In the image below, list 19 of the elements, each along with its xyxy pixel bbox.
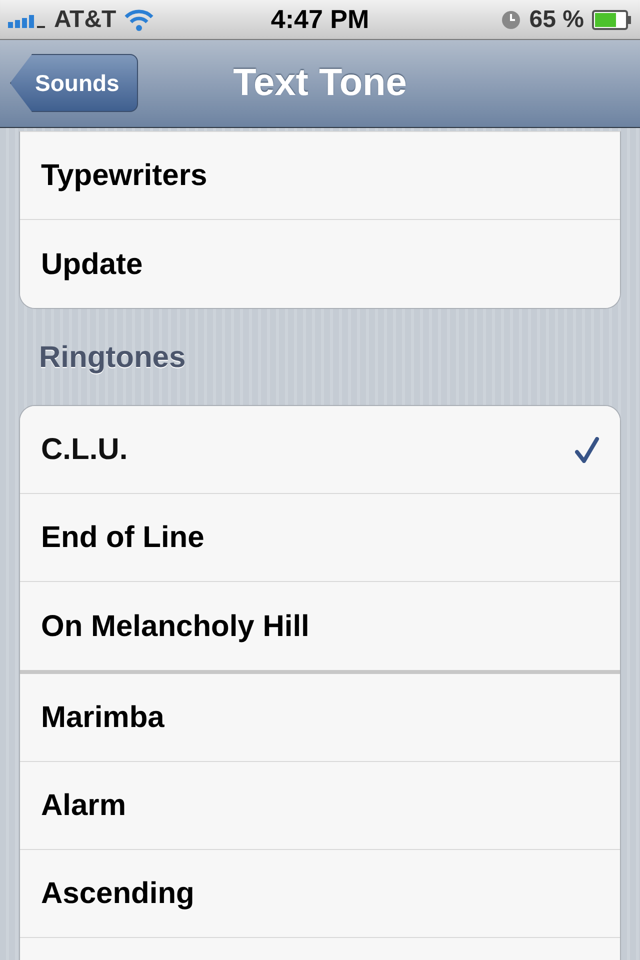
wifi-icon xyxy=(124,8,154,30)
clock-time: 4:47 PM xyxy=(270,3,370,36)
row-label: End of Line xyxy=(41,520,204,556)
row-label: C.L.U. xyxy=(41,432,128,468)
battery-icon xyxy=(592,10,632,30)
row-label: Ascending xyxy=(41,876,194,912)
back-button[interactable]: Sounds xyxy=(10,54,138,112)
clock-icon xyxy=(501,10,522,30)
screen-title: Text Tone xyxy=(233,61,407,106)
row-label: Marimba xyxy=(41,700,164,736)
row-label: On Melancholy Hill xyxy=(41,608,310,644)
carrier-name: AT&T xyxy=(54,4,116,34)
row-label: Alarm xyxy=(41,788,126,824)
row-label: Update xyxy=(41,246,143,282)
section-header: Ringtones xyxy=(39,340,186,376)
checkmark-icon xyxy=(575,436,599,462)
row-label: Typewriters xyxy=(41,158,208,194)
battery-percent: 65 % xyxy=(529,4,584,34)
list-row[interactable]: C.L.U. xyxy=(20,406,620,494)
